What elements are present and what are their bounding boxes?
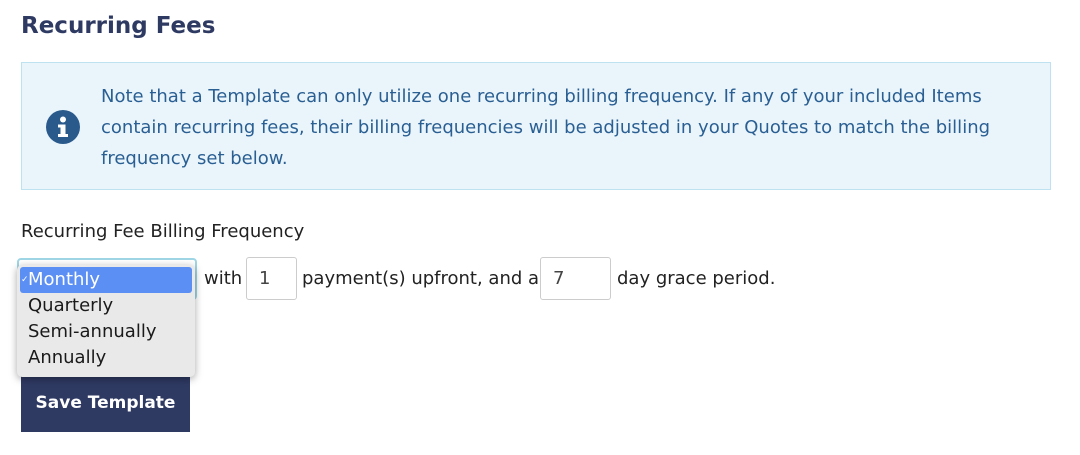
info-notice: Note that a Template can only utilize on… — [21, 62, 1051, 190]
option-label: Annually — [28, 347, 107, 368]
info-circle-icon — [46, 110, 80, 144]
checkmark-icon: ✓ — [21, 275, 29, 285]
section-title: Recurring Fees — [21, 13, 216, 39]
with-text: with — [204, 268, 243, 289]
grace-period-input[interactable] — [540, 257, 611, 300]
option-label: Quarterly — [28, 295, 114, 316]
billing-frequency-label: Recurring Fee Billing Frequency — [21, 221, 305, 242]
billing-frequency-dropdown: ✓ Monthly Quarterly Semi-annually Annual… — [17, 265, 195, 377]
save-template-button[interactable]: Save Template — [21, 370, 190, 432]
notice-text: Note that a Template can only utilize on… — [101, 86, 991, 169]
upfront-payments-input[interactable] — [246, 257, 297, 300]
recurring-fees-page: Recurring Fees Note that a Template can … — [0, 0, 1080, 455]
dropdown-option-quarterly[interactable]: Quarterly — [20, 293, 192, 319]
grace-period-text: day grace period. — [617, 268, 776, 289]
option-label: Semi-annually — [28, 321, 157, 342]
option-label: Monthly — [28, 269, 101, 290]
dropdown-option-annually[interactable]: Annually — [20, 345, 192, 371]
dropdown-option-semi-annually[interactable]: Semi-annually — [20, 319, 192, 345]
dropdown-option-monthly[interactable]: ✓ Monthly — [20, 267, 192, 293]
payments-upfront-text: payment(s) upfront, and a — [302, 268, 540, 289]
